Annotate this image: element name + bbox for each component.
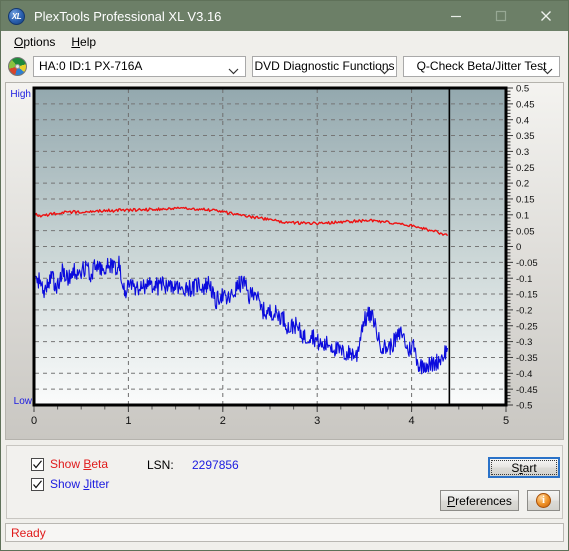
- test-select[interactable]: Q-Check Beta/Jitter Test: [403, 55, 560, 77]
- lsn-value: 2297856: [192, 458, 239, 472]
- preferences-button[interactable]: Preferences: [440, 490, 519, 511]
- svg-text:1: 1: [125, 415, 131, 427]
- svg-text:0.2: 0.2: [516, 179, 529, 190]
- svg-text:0: 0: [31, 415, 37, 427]
- svg-text:5: 5: [503, 415, 509, 427]
- chevron-down-icon: [379, 64, 390, 76]
- svg-text:Low: Low: [14, 396, 33, 407]
- svg-text:-0.05: -0.05: [516, 258, 538, 269]
- preferences-button-label: Preferences: [447, 493, 512, 508]
- svg-text:-0.1: -0.1: [516, 274, 532, 285]
- show-beta-row[interactable]: Show Beta: [31, 457, 108, 471]
- svg-text:0.15: 0.15: [516, 195, 535, 206]
- drive-select[interactable]: HA:0 ID:1 PX-716A: [33, 55, 246, 77]
- svg-text:4: 4: [409, 415, 415, 427]
- xl-logo-icon: XL: [8, 7, 25, 25]
- beta-jitter-chart-panel: 0.5 0.45 0.4 0.35 0.3 0.25 0.2 0.15 0.1 0.05 0 -0.0…: [5, 82, 564, 440]
- disc-icon: [8, 56, 27, 76]
- test-select-value: Q-Check Beta/Jitter Test: [416, 59, 547, 73]
- function-select-value: DVD Diagnostic Functions: [254, 59, 395, 73]
- svg-text:0.1: 0.1: [516, 210, 529, 221]
- selector-toolbar: HA:0 ID:1 PX-716A DVD Diagnostic Functio…: [1, 52, 568, 80]
- title-bar: XL PlexTools Professional XL V3.16: [1, 1, 568, 31]
- svg-text:0.35: 0.35: [516, 131, 535, 142]
- svg-text:0.4: 0.4: [516, 115, 529, 126]
- svg-text:-0.35: -0.35: [516, 353, 538, 364]
- controls-panel: Show Beta Show Jitter LSN: 2297856 Start…: [6, 445, 563, 519]
- beta-jitter-chart: 0.5 0.45 0.4 0.35 0.3 0.25 0.2 0.15 0.1 0.05 0 -0.0…: [10, 84, 538, 427]
- chevron-down-icon: [542, 64, 553, 76]
- status-bar: Ready: [5, 523, 564, 542]
- svg-text:-0.25: -0.25: [516, 321, 538, 332]
- application-window: XL PlexTools Professional XL V3.16 Optio…: [0, 0, 569, 551]
- svg-text:0.3: 0.3: [516, 147, 529, 158]
- svg-text:-0.2: -0.2: [516, 306, 532, 317]
- svg-text:2: 2: [220, 415, 226, 427]
- show-beta-label: Show Beta: [50, 457, 109, 471]
- start-button-label: Start: [511, 460, 537, 475]
- function-select[interactable]: DVD Diagnostic Functions: [252, 55, 397, 77]
- svg-text:-0.4: -0.4: [516, 369, 532, 380]
- show-jitter-label: Show Jitter: [50, 477, 110, 491]
- svg-text:0: 0: [516, 242, 521, 253]
- lsn-label: LSN:: [147, 458, 174, 472]
- show-jitter-row[interactable]: Show Jitter: [31, 477, 109, 491]
- svg-text:-0.15: -0.15: [516, 290, 538, 301]
- menu-bar: Options Help: [1, 31, 568, 52]
- show-jitter-checkbox[interactable]: [31, 477, 44, 491]
- chevron-down-icon: [228, 64, 239, 76]
- svg-text:-0.3: -0.3: [516, 337, 532, 348]
- svg-text:-0.45: -0.45: [516, 385, 538, 396]
- start-button[interactable]: Start: [488, 457, 560, 478]
- svg-text:0.5: 0.5: [516, 84, 529, 95]
- info-button[interactable]: i: [527, 490, 560, 511]
- menu-item-help[interactable]: Help: [64, 33, 105, 51]
- svg-text:0.45: 0.45: [516, 99, 535, 110]
- svg-text:-0.5: -0.5: [516, 401, 532, 412]
- window-title: PlexTools Professional XL V3.16: [34, 8, 222, 24]
- maximize-icon[interactable]: [478, 1, 523, 31]
- close-icon[interactable]: [523, 1, 568, 31]
- svg-text:3: 3: [314, 415, 320, 427]
- drive-select-value: HA:0 ID:1 PX-716A: [39, 59, 143, 73]
- show-beta-checkbox[interactable]: [31, 457, 44, 471]
- window-controls: [433, 1, 568, 31]
- svg-text:0.25: 0.25: [516, 163, 535, 174]
- svg-text:High: High: [10, 89, 31, 100]
- info-icon: i: [536, 493, 551, 508]
- menu-item-options[interactable]: Options: [7, 33, 64, 51]
- svg-text:0.05: 0.05: [516, 226, 535, 237]
- minimize-icon[interactable]: [433, 1, 478, 31]
- status-text: Ready: [11, 525, 46, 540]
